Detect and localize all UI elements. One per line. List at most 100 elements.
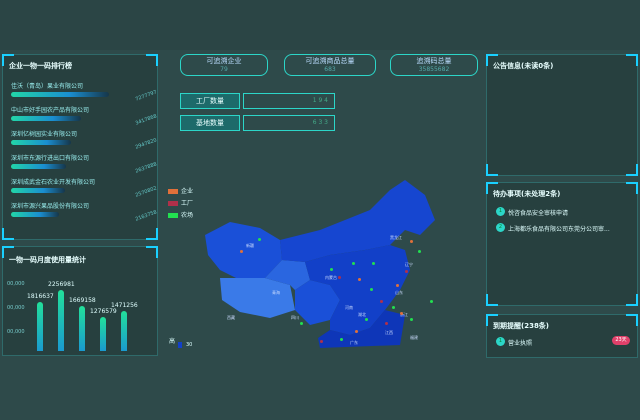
map-region-label: 四川 xyxy=(291,315,299,320)
monthly-bar-label: 1669158 xyxy=(69,297,96,304)
map-marker[interactable] xyxy=(396,284,399,287)
monthly-bar xyxy=(37,302,43,351)
rank-value: 2947820 xyxy=(134,137,158,151)
map-region-label: 福建 xyxy=(410,335,418,340)
map-marker[interactable] xyxy=(240,250,243,253)
top-bar xyxy=(0,0,640,50)
stat-value: 683 xyxy=(324,66,336,73)
map-region-xinjiang xyxy=(205,222,282,280)
rank-value: 2637888 xyxy=(134,161,158,175)
map-marker[interactable] xyxy=(410,318,413,321)
stat-products: 可追溯商品总量 683 xyxy=(284,54,376,76)
monthly-bar xyxy=(100,317,106,351)
map-region-label: 黑龙江 xyxy=(390,235,402,240)
map-marker[interactable] xyxy=(400,312,403,315)
rank-bar xyxy=(11,188,65,193)
map-region-label: 山东 xyxy=(395,290,403,295)
expire-item-1[interactable]: 1 营业执照 xyxy=(496,337,532,347)
rank-name: 深圳市源兴果品股份有限公司 xyxy=(11,203,90,210)
stat-codes: 追溯码总量 35855682 xyxy=(390,54,478,76)
factory-count-label: 工厂数量 xyxy=(180,93,240,109)
map-region-label: 内蒙古 xyxy=(325,275,337,280)
map-region-label: 湖北 xyxy=(358,312,366,317)
rank-value: 2570802 xyxy=(134,185,158,199)
scale-value: 30 xyxy=(186,342,193,348)
stat-label: 可追溯商品总量 xyxy=(305,57,355,65)
map-marker[interactable] xyxy=(320,340,323,343)
map-marker[interactable] xyxy=(418,250,421,253)
map-marker[interactable] xyxy=(410,240,413,243)
map-region-xizang xyxy=(220,278,295,318)
legend-factory: 工厂 xyxy=(168,198,193,207)
stat-label: 追溯码总量 xyxy=(416,57,452,65)
monthly-bar xyxy=(58,290,64,351)
map-region-label: 广东 xyxy=(350,340,358,345)
monthly-bar xyxy=(121,311,127,351)
stat-value: 79 xyxy=(220,66,228,73)
map-marker[interactable] xyxy=(340,338,343,341)
map-marker[interactable] xyxy=(358,278,361,281)
todo-item-2[interactable]: 2 上海都乐食品有限公司东莞分公司审... xyxy=(496,223,610,233)
map-marker[interactable] xyxy=(380,300,383,303)
rank-value: 7277797 xyxy=(134,89,158,103)
notice-title: 公告信息(未读0条) xyxy=(493,62,554,70)
map-region-label: 新疆 xyxy=(246,243,254,248)
scale-swatch xyxy=(178,342,182,348)
map-marker[interactable] xyxy=(352,262,355,265)
rank-item: 深圳市源兴果品股份有限公司 2163758 xyxy=(11,201,159,231)
monthly-bar-label: 1276579 xyxy=(90,308,117,315)
map-marker[interactable] xyxy=(258,238,261,241)
rank-name: 佳沃（青岛）果业有限公司 xyxy=(11,83,84,90)
factory-count-value: 1 9 4 xyxy=(243,93,335,109)
map-region-label: 西藏 xyxy=(227,315,235,320)
china-map xyxy=(205,180,435,348)
monthly-bar-label: 1816637 xyxy=(27,293,54,300)
rank-name: 中山市好手园农产品有限公司 xyxy=(11,107,90,114)
map-marker[interactable] xyxy=(372,262,375,265)
map-region-label: 河南 xyxy=(345,305,353,310)
todo-panel: 待办事项(未处理2条) xyxy=(486,182,638,306)
ranking-panel: 企业一物一码排行榜 佳沃（青岛）果业有限公司 7277797 中山市好手园农产品有… xyxy=(2,54,158,240)
monthly-panel: 一物一码月度使用量统计 00,000 00,000 00,000 1816637… xyxy=(2,246,158,356)
rank-bar xyxy=(11,212,59,217)
stat-enterprises: 可追溯企业 79 xyxy=(180,54,268,76)
map-region-label: 青海 xyxy=(272,290,280,295)
rank-name: 深圳亿树园实业有限公司 xyxy=(11,131,78,138)
legend-enterprise: 企业 xyxy=(168,186,193,195)
monthly-bar-label: 1471256 xyxy=(111,302,138,309)
map-marker[interactable] xyxy=(385,322,388,325)
stat-value: 35855682 xyxy=(418,66,450,73)
map-marker[interactable] xyxy=(430,300,433,303)
rank-bar xyxy=(11,92,109,97)
todo-item-1[interactable]: 1 悦咨食品安全审核申请 xyxy=(496,207,568,217)
map-region-label: 江西 xyxy=(385,330,393,335)
monthly-bar-chart: 1816637 2256981 1669158 1276579 1471256 xyxy=(3,247,159,351)
map-marker[interactable] xyxy=(355,330,358,333)
rank-name: 深圳市东源行进出口有限公司 xyxy=(11,155,90,162)
base-count-label: 基地数量 xyxy=(180,115,240,131)
map-marker[interactable] xyxy=(300,322,303,325)
map-marker[interactable] xyxy=(405,270,408,273)
stat-label: 可追溯企业 xyxy=(206,57,242,65)
notice-panel: 公告信息(未读0条) xyxy=(486,54,638,176)
map-region-label: 辽宁 xyxy=(405,262,413,267)
map-marker[interactable] xyxy=(392,306,395,309)
rank-value: 3417868 xyxy=(134,113,158,127)
monthly-bar xyxy=(79,306,85,351)
rank-name: 深圳成武金石农业开发有限公司 xyxy=(11,179,96,186)
expire-title: 到期提醒(238条) xyxy=(493,322,550,330)
rank-bar xyxy=(11,116,81,121)
map-marker[interactable] xyxy=(338,276,341,279)
legend-farm: 农场 xyxy=(168,210,193,219)
todo-title: 待办事项(未处理2条) xyxy=(493,190,561,198)
scale-high-label: 高 xyxy=(169,338,176,345)
rank-value: 2163758 xyxy=(134,209,158,223)
rank-bar xyxy=(11,164,66,169)
map-region-north xyxy=(280,180,435,262)
map-marker[interactable] xyxy=(370,288,373,291)
map-marker[interactable] xyxy=(330,268,333,271)
base-count-value: 6 3 3 xyxy=(243,115,335,131)
map-marker[interactable] xyxy=(365,318,368,321)
expire-badge: 23天 xyxy=(612,336,630,345)
ranking-title: 企业一物一码排行榜 xyxy=(9,62,72,70)
